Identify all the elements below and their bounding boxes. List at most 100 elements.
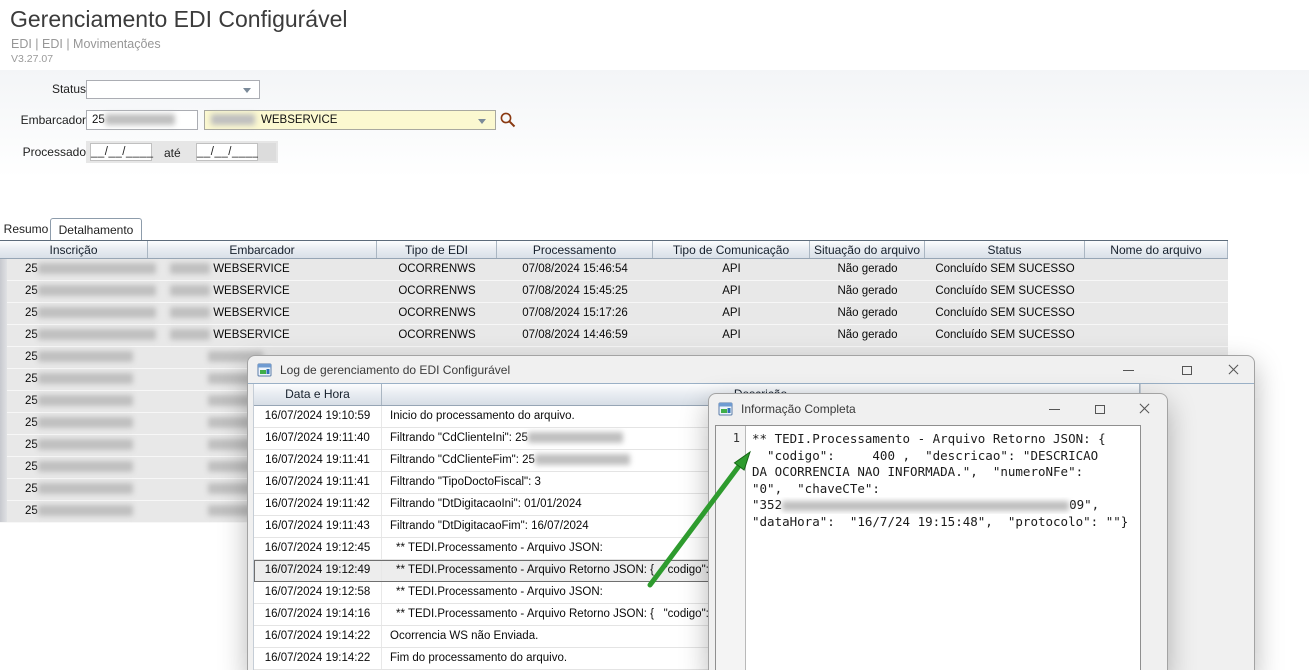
- table-row[interactable]: 25 WEBSERVICEOCORRENWS07/08/2024 14:46:5…: [0, 325, 1228, 347]
- search-icon[interactable]: [499, 111, 517, 129]
- log-cell-time: 16/07/2024 19:11:40: [254, 428, 382, 449]
- chevron-down-icon: [243, 88, 251, 93]
- cell-inscricao: 25: [0, 457, 148, 478]
- code-line: "dataHora": "16/7/24 19:15:48", "protoco…: [752, 514, 1138, 531]
- log-column-header[interactable]: Data e Hora: [254, 384, 382, 405]
- cell-tipo-edi: OCORRENWS: [377, 325, 497, 346]
- cell-processamento: 07/08/2024 15:45:25: [497, 281, 653, 302]
- cell-inscricao: 25: [0, 501, 148, 522]
- cell-nome-arquivo: [1085, 281, 1228, 302]
- breadcrumb: EDI | EDI | Movimentações: [11, 37, 161, 51]
- log-cell-time: 16/07/2024 19:11:42: [254, 494, 382, 515]
- info-window-titlebar[interactable]: Informação Completa: [709, 394, 1167, 424]
- processado-to-input[interactable]: __/__/____: [196, 143, 258, 161]
- embarcador-code-input[interactable]: 25: [86, 110, 198, 130]
- log-cell-time: 16/07/2024 19:12:58: [254, 582, 382, 603]
- redacted-text: [38, 439, 133, 450]
- log-window-title: Log de gerenciamento do EDI Configurável: [280, 363, 510, 377]
- app-icon: [257, 362, 273, 378]
- log-cell-time: 16/07/2024 19:12:49: [254, 560, 382, 581]
- maximize-icon: [1095, 405, 1105, 414]
- table-row[interactable]: 25 WEBSERVICEOCORRENWS07/08/2024 15:46:5…: [0, 259, 1228, 281]
- grid-column-header[interactable]: Tipo de EDI: [377, 241, 497, 258]
- cell-inscricao: 25: [0, 325, 148, 346]
- code-line: "35209",: [752, 497, 1138, 514]
- grid-column-header[interactable]: Status: [925, 241, 1085, 258]
- log-cell-time: 16/07/2024 19:14:22: [254, 648, 382, 669]
- grid-column-header[interactable]: Tipo de Comunicação: [653, 241, 810, 258]
- cell-processamento: 07/08/2024 14:46:59: [497, 325, 653, 346]
- cell-tipo-edi: OCORRENWS: [377, 303, 497, 324]
- cell-inscricao: 25: [0, 479, 148, 500]
- redacted-text: [528, 432, 623, 443]
- cell-inscricao: 25: [0, 391, 148, 412]
- redacted-text: [38, 505, 133, 516]
- maximize-icon: [1182, 366, 1192, 375]
- cell-nome-arquivo: [1085, 259, 1228, 280]
- tab-detalhamento[interactable]: Detalhamento: [50, 218, 142, 240]
- table-row[interactable]: 25 WEBSERVICEOCORRENWS07/08/2024 15:45:2…: [0, 281, 1228, 303]
- minimize-button[interactable]: [1039, 399, 1069, 419]
- log-cell-time: 16/07/2024 19:14:16: [254, 604, 382, 625]
- version-label: V3.27.07: [11, 53, 53, 65]
- code-line: DA OCORRENCIA NAO INFORMADA.", "numeroNF…: [752, 464, 1138, 481]
- cell-inscricao: 25: [0, 413, 148, 434]
- minimize-icon: [1049, 409, 1060, 410]
- cell-inscricao: 25: [0, 303, 148, 324]
- log-cell-time: 16/07/2024 19:10:59: [254, 406, 382, 427]
- log-cell-time: 16/07/2024 19:11:43: [254, 516, 382, 537]
- cell-status: Concluído SEM SUCESSO: [925, 281, 1085, 302]
- grid-column-header[interactable]: Nome do arquivo: [1085, 241, 1228, 258]
- code-line: ** TEDI.Processamento - Arquivo Retorno …: [752, 431, 1138, 448]
- table-row[interactable]: 25 WEBSERVICEOCORRENWS07/08/2024 15:17:2…: [0, 303, 1228, 325]
- log-window-titlebar[interactable]: Log de gerenciamento do EDI Configurável: [248, 356, 1254, 383]
- cell-inscricao: 25: [0, 369, 148, 390]
- date-button[interactable]: [258, 143, 276, 161]
- grid-column-header[interactable]: Inscrição: [0, 241, 148, 258]
- grid-column-header[interactable]: Embarcador: [148, 241, 377, 258]
- cell-inscricao: 25: [0, 281, 148, 302]
- redacted-text: [38, 329, 156, 340]
- cell-embarcador: WEBSERVICE: [148, 325, 377, 346]
- redacted-text: [782, 501, 1069, 511]
- close-button[interactable]: [1219, 360, 1249, 380]
- embarcador-combo[interactable]: WEBSERVICE: [204, 110, 496, 130]
- redacted-text: [170, 263, 210, 274]
- info-window: Informação Completa 1 ** TEDI.Processame…: [708, 393, 1168, 670]
- close-icon: [1228, 364, 1240, 376]
- redacted-text: [38, 417, 133, 428]
- ate-label: até: [164, 146, 181, 160]
- cell-embarcador: WEBSERVICE: [148, 281, 377, 302]
- close-button[interactable]: [1130, 399, 1160, 419]
- maximize-button[interactable]: [1172, 360, 1202, 380]
- cell-nome-arquivo: [1085, 325, 1228, 346]
- maximize-button[interactable]: [1085, 399, 1115, 419]
- cell-inscricao: 25: [0, 347, 148, 368]
- cell-tipo-comunicacao: API: [653, 281, 810, 302]
- close-icon: [1139, 403, 1151, 415]
- cell-embarcador: WEBSERVICE: [148, 303, 377, 324]
- log-cell-time: 16/07/2024 19:11:41: [254, 450, 382, 471]
- redacted-text: [38, 307, 156, 318]
- processado-from-input[interactable]: __/__/____: [90, 143, 152, 161]
- cell-inscricao: 25: [0, 259, 148, 280]
- redacted-text: [38, 373, 133, 384]
- grid-header-row: InscriçãoEmbarcadorTipo de EDIProcessame…: [0, 240, 1228, 259]
- page-title: Gerenciamento EDI Configurável: [10, 6, 348, 33]
- info-text-area[interactable]: 1 ** TEDI.Processamento - Arquivo Retorn…: [715, 425, 1141, 670]
- cell-status: Concluído SEM SUCESSO: [925, 303, 1085, 324]
- cell-embarcador: WEBSERVICE: [148, 259, 377, 280]
- grid-column-header[interactable]: Situação do arquivo: [810, 241, 925, 258]
- status-label: Status: [6, 82, 86, 96]
- redacted-text: [170, 329, 210, 340]
- grid-column-header[interactable]: Processamento: [497, 241, 653, 258]
- code-line: "codigo": 400 , "descricao": "DESCRICAO: [752, 448, 1138, 465]
- minimize-button[interactable]: [1113, 360, 1143, 380]
- cell-status: Concluído SEM SUCESSO: [925, 259, 1085, 280]
- status-select[interactable]: [86, 80, 260, 99]
- cell-tipo-comunicacao: API: [653, 303, 810, 324]
- grid-row-gutter: [0, 259, 7, 522]
- tab-resumo[interactable]: Resumo: [2, 218, 50, 240]
- redacted-text: [38, 395, 133, 406]
- line-number: 1: [733, 431, 740, 445]
